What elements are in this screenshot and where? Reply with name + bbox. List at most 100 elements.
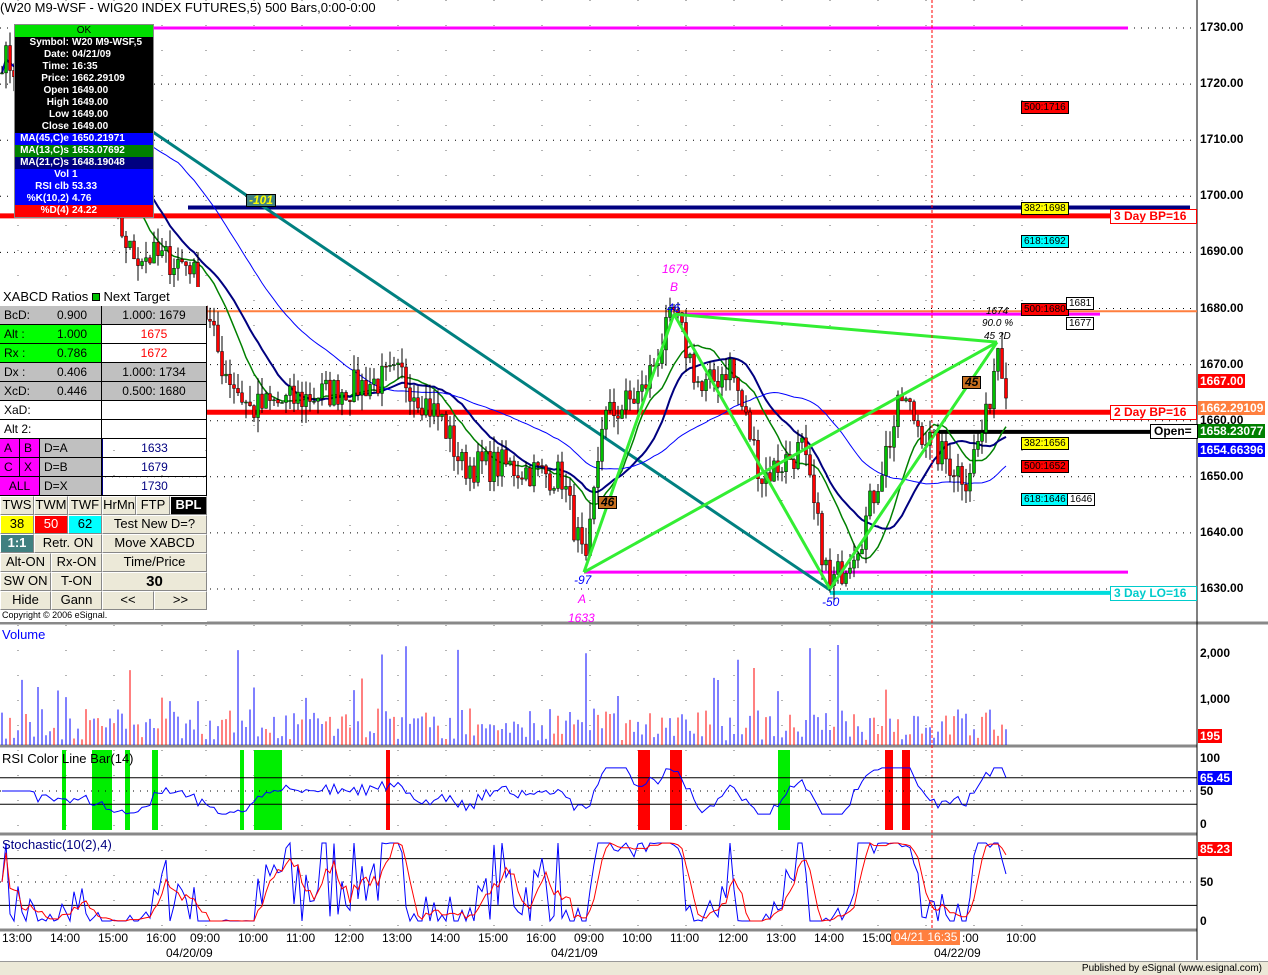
price-axis-label: 1630.00 <box>1200 581 1244 595</box>
panel-button-xabcdfib1[interactable]: 50 <box>34 515 68 534</box>
fib-tag: 382:1656 <box>1021 437 1069 451</box>
candle-body <box>224 373 228 377</box>
candle-body <box>720 374 724 388</box>
ratio-row: Rx :0.786 1672 <box>0 344 207 363</box>
pattern-label-a_val: -97 <box>574 573 592 587</box>
ok-button[interactable]: OK <box>15 25 153 37</box>
panel-button-xabcdbuttons15[interactable]: BPL <box>170 496 207 515</box>
candle-body <box>252 405 256 418</box>
candle-body <box>424 398 428 416</box>
panel-button-xabcdb42[interactable]: Time/Price <box>102 553 207 572</box>
pattern-label-b: B <box>670 280 679 294</box>
candle-body <box>748 411 752 440</box>
time-axis-label: 14:00 <box>430 931 461 945</box>
panel-button-xabcdbuttons14[interactable]: FTP <box>136 496 170 515</box>
pattern-label-b_val: 46 <box>667 301 681 315</box>
candle-body <box>852 559 856 569</box>
price-axis-label: 1710.00 <box>1200 132 1244 147</box>
candle-body <box>272 399 276 402</box>
candle-body <box>816 502 820 514</box>
panel-button-xabcdb32[interactable]: Move XABCD <box>102 534 207 553</box>
candle-body <box>468 465 472 479</box>
point-button[interactable]: X <box>20 458 40 476</box>
panel-button-xabcdb41[interactable]: Rx-ON <box>51 553 102 572</box>
ratio-row: XaD: <box>0 401 207 420</box>
candle-body <box>304 394 308 407</box>
panel-button-xabcdbuttons10[interactable]: TWS <box>0 496 34 515</box>
info-row: %D(4) 24.22 <box>15 205 153 217</box>
ratio-row: BcD: 0.900 1.000: 1679 <box>0 306 207 325</box>
info-row: Date: 04/21/09 <box>15 49 153 61</box>
candle-body <box>988 403 992 410</box>
panel-button-xabcdtest[interactable]: Test New D=? <box>102 515 207 534</box>
panel-button-xabcdb62[interactable]: << <box>102 591 154 610</box>
candle-body <box>216 324 220 352</box>
candle-body <box>844 572 848 584</box>
candle-body <box>976 441 980 450</box>
panel-button-xabcdfib2[interactable]: 62 <box>68 515 102 534</box>
pattern-label-d3: 45 ?D <box>984 331 1011 342</box>
rsi-color-bar <box>254 750 282 830</box>
point-button[interactable]: B <box>20 439 40 457</box>
candle-body <box>488 451 492 482</box>
candle-body <box>640 384 644 392</box>
pattern-label-a_price: 1633 <box>568 611 595 625</box>
candle-body <box>176 259 180 269</box>
panel-button-xabcdb50[interactable]: SW ON <box>0 572 51 591</box>
candle-body <box>688 353 692 359</box>
panel-button-xabcdb40[interactable]: Alt-ON <box>0 553 51 572</box>
panel-button-xabcdb51[interactable]: T-ON <box>51 572 102 591</box>
price-axis-label: 1650.00 <box>1200 468 1244 483</box>
price-axis-label: 1670.00 <box>1200 356 1244 371</box>
fib-tag: 382:1698 <box>1021 201 1069 215</box>
candle-body <box>360 380 364 396</box>
candle-body <box>520 477 524 480</box>
point-button[interactable]: C <box>0 458 20 476</box>
candle-body <box>452 425 456 457</box>
panel-button-xabcdb52[interactable]: 30 <box>102 572 207 591</box>
candle-body <box>276 399 280 404</box>
candle-body <box>880 475 884 492</box>
point-button[interactable]: A <box>0 439 20 457</box>
candle-body <box>692 353 696 383</box>
candle-body <box>556 461 560 489</box>
candle-body <box>892 426 896 448</box>
candle-body <box>328 379 332 406</box>
candle-body <box>884 445 888 476</box>
candle-body <box>152 241 156 264</box>
panel-button-xabcdb63[interactable]: >> <box>154 591 207 610</box>
candle-body <box>208 319 212 322</box>
panel-button-xabcdbuttons12[interactable]: TWF <box>68 496 102 515</box>
panel-button-xabcdb30[interactable]: 1:1 <box>0 534 34 553</box>
candle-body <box>684 322 688 359</box>
rsi-axis-label: 0 <box>1200 817 1207 831</box>
candle-body <box>428 398 432 417</box>
pattern-box-101: -101 <box>246 194 277 207</box>
panel-button-xabcdb60[interactable]: Hide <box>0 591 51 610</box>
candle-body <box>552 488 556 491</box>
candle-body <box>960 466 964 485</box>
candle-body <box>248 401 252 406</box>
candle-body <box>212 320 216 326</box>
panel-button-xabcdb31[interactable]: Retr. ON <box>34 534 102 553</box>
pattern-label-d2: 90.0 % <box>982 318 1014 329</box>
candle-body <box>232 384 236 389</box>
candle-body <box>340 392 344 405</box>
panel-button-xabcdfib0[interactable]: 38 <box>0 515 34 534</box>
stochastic-label: Stochastic(10(2),4) <box>2 837 112 852</box>
panel-button-xabcdbuttons11[interactable]: TWM <box>34 496 68 515</box>
candle-body <box>636 391 640 404</box>
point-button[interactable]: ALL <box>0 477 40 495</box>
info-row: MA(13,C)s 1653.07692 <box>15 145 153 157</box>
rsi-color-bar <box>638 750 650 830</box>
candle-body <box>968 472 972 492</box>
d-target-row: A B D=A 1633 <box>0 439 207 458</box>
info-row: High 1649.00 <box>15 97 153 109</box>
candle-body <box>0 72 4 75</box>
pattern-label-c_val: -50 <box>822 595 840 609</box>
candle-body <box>508 460 512 465</box>
panel-button-xabcdbuttons13[interactable]: HrMn <box>102 496 136 515</box>
panel-button-xabcdb61[interactable]: Gann <box>51 591 102 610</box>
candle-body <box>260 393 264 409</box>
candle-body <box>784 454 788 472</box>
